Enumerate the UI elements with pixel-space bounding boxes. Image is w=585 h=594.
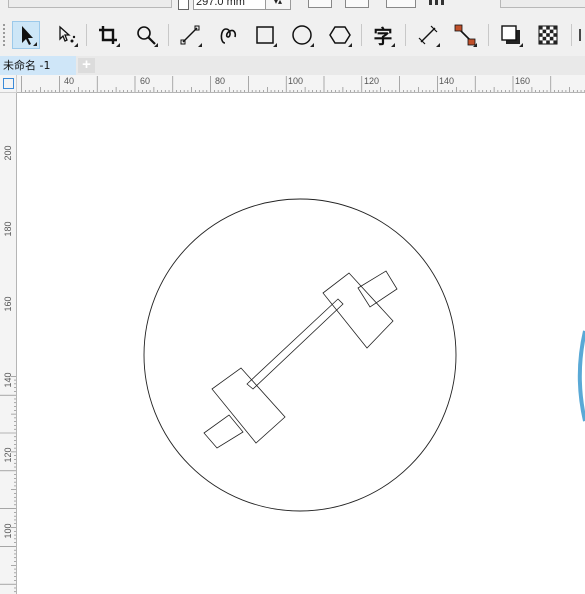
ruler-label: 80 [215,76,226,86]
ruler-label: 140 [3,372,13,388]
rectangle-tool-button[interactable] [251,21,279,49]
ruler-label: 160 [3,296,13,312]
ruler-label: 100 [3,523,13,539]
property-bar: 297.0 mm ▾▴ [0,0,585,14]
ruler-origin-icon [3,78,14,89]
toolbox: 字 [0,14,585,57]
units-dropdown[interactable] [500,0,585,8]
document-tab-bar: 未命名 -1 + [0,56,585,76]
artistic-media-tool-button[interactable] [214,21,242,49]
drawing-svg [143,198,585,512]
dimension-tool-button[interactable] [414,21,442,49]
text-tool-button[interactable]: 字 [369,21,397,49]
shape-tool-button[interactable] [52,21,80,49]
ruler-label: 120 [3,447,13,463]
toolbar-separator [488,24,489,46]
ruler-label: 200 [3,145,13,161]
ruler-label: 60 [140,76,151,86]
partial-tool-icon [579,29,581,41]
portrait-button[interactable] [308,0,332,8]
landscape-button[interactable] [345,0,369,8]
dumbbell-plate-bottom[interactable] [211,367,286,444]
vertical-ruler-ticks [0,375,16,593]
document-tab[interactable]: 未命名 -1 [0,56,76,75]
partial-blue-arc[interactable] [577,330,585,422]
ruler-label: 40 [64,76,75,86]
add-tab-button[interactable]: + [78,57,95,73]
toolbar-separator [405,24,406,46]
ruler-origin[interactable] [0,75,17,93]
page-height-icon [178,0,189,10]
crop-tool-button[interactable] [94,21,122,49]
transparency-tool-button[interactable] [534,21,562,49]
ellipse-tool-button[interactable] [288,21,316,49]
ruler-label: 140 [439,76,455,86]
units-icon[interactable] [426,0,448,6]
toolbar-separator [168,24,169,46]
polygon-tool-button[interactable] [326,21,354,49]
dumbbell-bar[interactable] [246,298,344,390]
ruler-label: 100 [288,76,304,86]
connector-tool-button[interactable] [451,21,479,49]
vertical-ruler[interactable]: 200 180 160 140 120 100 [0,93,17,594]
toolbar-separator [571,24,572,46]
ruler-label: 120 [364,76,380,86]
dumbbell-plate-top[interactable] [322,272,394,349]
ruler-label: 160 [515,76,531,86]
artistic-media-icon [220,28,237,44]
pick-tool-button[interactable] [12,21,40,49]
toolbar-separator [361,24,362,46]
toolbar-grip[interactable] [3,24,7,46]
preset-dropdown[interactable] [8,0,172,8]
ruler-label: 180 [3,221,13,237]
circle-shape[interactable] [143,198,457,512]
page-height-field[interactable]: 297.0 mm [193,0,267,10]
horizontal-ruler[interactable]: 40 60 80 100 120 140 160 [17,75,585,93]
zoom-tool-button[interactable] [132,21,160,49]
transparency-icon [538,25,558,45]
overflow-tool-button[interactable] [577,21,585,49]
page-layout-button[interactable] [386,0,416,8]
drawing-canvas[interactable] [17,93,585,594]
page-height-spinner[interactable]: ▾▴ [265,0,291,10]
toolbar-separator [86,24,87,46]
text-icon: 字 [373,25,393,48]
drop-shadow-tool-button[interactable] [497,21,525,49]
freehand-tool-button[interactable] [176,21,204,49]
